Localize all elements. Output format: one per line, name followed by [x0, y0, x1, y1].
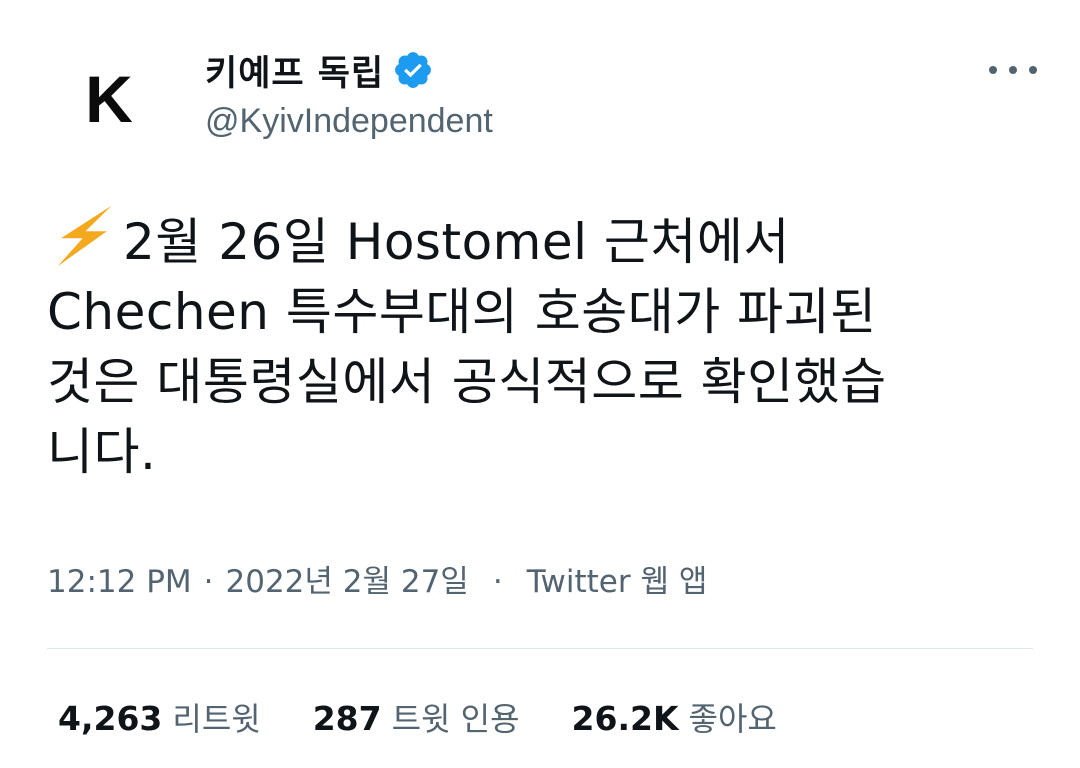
stat-label: 좋아요: [688, 700, 777, 738]
more-dot: [989, 66, 997, 74]
stat-label: 리트윗: [172, 700, 261, 738]
more-dot: [1009, 66, 1017, 74]
tweet-date[interactable]: 2022년 2월 27일: [226, 564, 469, 600]
quote-tweets-stat[interactable]: 287 트윗 인용: [313, 694, 520, 740]
avatar[interactable]: K: [47, 36, 171, 160]
likes-stat[interactable]: 26.2K 좋아요: [572, 694, 777, 740]
author-name-row: 키예프 독립: [205, 44, 434, 96]
stat-count: 26.2K: [571, 699, 679, 738]
meta-separator: ·: [492, 564, 503, 600]
stat-label: 트윗 인용: [391, 700, 520, 738]
more-dot: [1029, 66, 1037, 74]
tweet-line: Chechen 특수부대의 호송대가 파괴된: [47, 283, 877, 341]
tweet-line-text: 2월 26일 Hostomel 근처에서: [123, 213, 790, 271]
tweet-meta: 12:12 PM · 2022년 2월 27일 · Twitter 웹 앱: [47, 556, 707, 601]
retweets-stat[interactable]: 4,263 리트윗: [58, 694, 261, 740]
high-voltage-emoji-icon: [57, 205, 112, 267]
tweet-line: 니다.: [47, 423, 157, 481]
tweet-line: 2월 26일 Hostomel 근처에서: [47, 203, 1047, 277]
meta-separator: ·: [203, 564, 214, 600]
tweet-stats: 4,263 리트윗 287 트윗 인용 26.2K 좋아요: [58, 694, 829, 740]
author-handle[interactable]: @KyivIndependent: [205, 102, 493, 141]
tweet-text: 2월 26일 Hostomel 근처에서 Chechen 특수부대의 호송대가 …: [47, 203, 1047, 487]
verified-badge-icon: [395, 52, 432, 88]
stat-count: 287: [312, 699, 382, 738]
tweet-time[interactable]: 12:12 PM: [47, 564, 192, 600]
avatar-letter: K: [85, 62, 133, 136]
more-options-button[interactable]: [985, 50, 1041, 90]
display-name[interactable]: 키예프 독립: [205, 45, 384, 96]
tweet-line: 것은 대통령실에서 공식적으로 확인했습: [47, 353, 887, 411]
tweet-source[interactable]: Twitter 웹 앱: [527, 564, 708, 600]
stat-count: 4,263: [58, 699, 163, 738]
divider: [47, 648, 1033, 649]
